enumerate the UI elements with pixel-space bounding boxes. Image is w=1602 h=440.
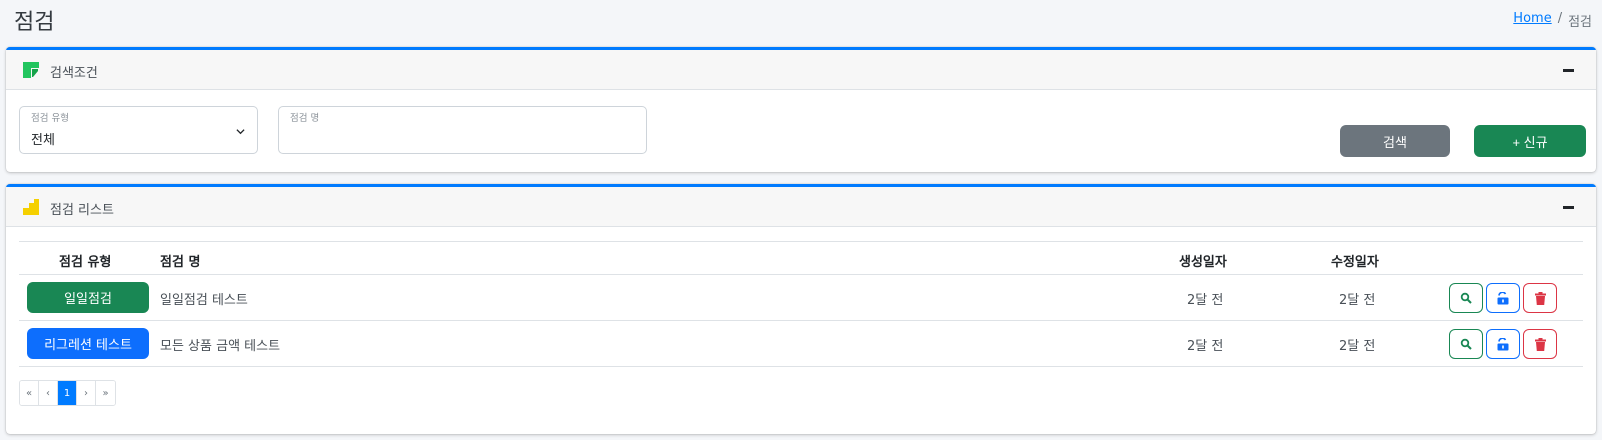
view-button[interactable]	[1449, 329, 1483, 359]
type-select-label: 점검 유형	[31, 113, 69, 124]
search-card-header: 검색조건	[6, 50, 1596, 90]
inspection-table: 점검 유형 점검 명 생성일자 수정일자 일일점검 일일점검 테스트 2달 전 …	[19, 241, 1583, 367]
new-button[interactable]: + 신규	[1474, 125, 1586, 157]
type-badge[interactable]: 리그레션 테스트	[27, 328, 149, 359]
view-button[interactable]	[1449, 283, 1483, 313]
row-created: 2달 전	[1187, 293, 1224, 308]
column-header-updated: 수정일자	[1331, 255, 1379, 270]
form-icon	[23, 62, 39, 78]
breadcrumb-home-link[interactable]: Home	[1513, 11, 1551, 30]
search-button[interactable]: 검색	[1340, 125, 1450, 157]
delete-button[interactable]	[1523, 329, 1557, 359]
chevron-down-icon	[236, 129, 245, 135]
type-badge[interactable]: 일일점검	[27, 282, 149, 313]
page-next-button[interactable]: ›	[77, 381, 96, 405]
table-row[interactable]: 리그레션 테스트 모든 상품 금액 테스트 2달 전 2달 전	[19, 321, 1583, 367]
name-field[interactable]: 점검 명	[278, 106, 647, 154]
unlock-button[interactable]	[1486, 329, 1520, 359]
page-current-button[interactable]: 1	[58, 381, 77, 405]
type-select[interactable]: 점검 유형 전체	[19, 106, 258, 154]
name-field-label: 점검 명	[290, 113, 320, 124]
search-card-title: 검색조건	[50, 66, 98, 81]
unlock-icon	[1497, 337, 1509, 350]
page-last-button[interactable]: »	[96, 381, 115, 405]
row-name: 모든 상품 금액 테스트	[160, 339, 281, 354]
column-header-name: 점검 명	[160, 255, 201, 270]
unlock-icon	[1497, 291, 1509, 304]
search-card: 검색조건 점검 유형 전체 점검 명 검색 + 신규	[6, 47, 1596, 172]
page-first-button[interactable]: «	[20, 381, 39, 405]
trash-icon	[1534, 291, 1546, 305]
page-prev-button[interactable]: ‹	[39, 381, 58, 405]
list-card-header: 점검 리스트	[6, 187, 1596, 227]
row-created: 2달 전	[1187, 339, 1224, 354]
name-input[interactable]	[289, 127, 629, 142]
stairs-icon	[23, 199, 39, 215]
table-header-row: 점검 유형 점검 명 생성일자 수정일자	[19, 241, 1583, 275]
list-card-title: 점검 리스트	[50, 203, 114, 218]
collapse-search-button[interactable]	[1562, 63, 1576, 77]
search-icon	[1460, 338, 1472, 350]
page-title: 점검	[14, 10, 55, 35]
page-header: 점검 Home / 점검	[0, 0, 1602, 40]
row-updated: 2달 전	[1339, 293, 1376, 308]
column-header-type: 점검 유형	[59, 255, 112, 270]
list-card: 점검 리스트 점검 유형 점검 명 생성일자 수정일자 일일점검 일일점검 테스…	[6, 184, 1596, 434]
type-select-value: 전체	[31, 133, 55, 148]
collapse-list-button[interactable]	[1562, 200, 1576, 214]
breadcrumb-current: 점검	[1568, 15, 1592, 30]
delete-button[interactable]	[1523, 283, 1557, 313]
trash-icon	[1534, 337, 1546, 351]
row-name: 일일점검 테스트	[160, 293, 248, 308]
row-updated: 2달 전	[1339, 339, 1376, 354]
unlock-button[interactable]	[1486, 283, 1520, 313]
column-header-created: 생성일자	[1179, 255, 1227, 270]
search-icon	[1460, 292, 1472, 304]
pagination: « ‹ 1 › »	[19, 380, 116, 406]
breadcrumb-separator: /	[1557, 11, 1563, 26]
table-row[interactable]: 일일점검 일일점검 테스트 2달 전 2달 전	[19, 275, 1583, 321]
breadcrumb: Home / 점검	[1513, 11, 1592, 30]
